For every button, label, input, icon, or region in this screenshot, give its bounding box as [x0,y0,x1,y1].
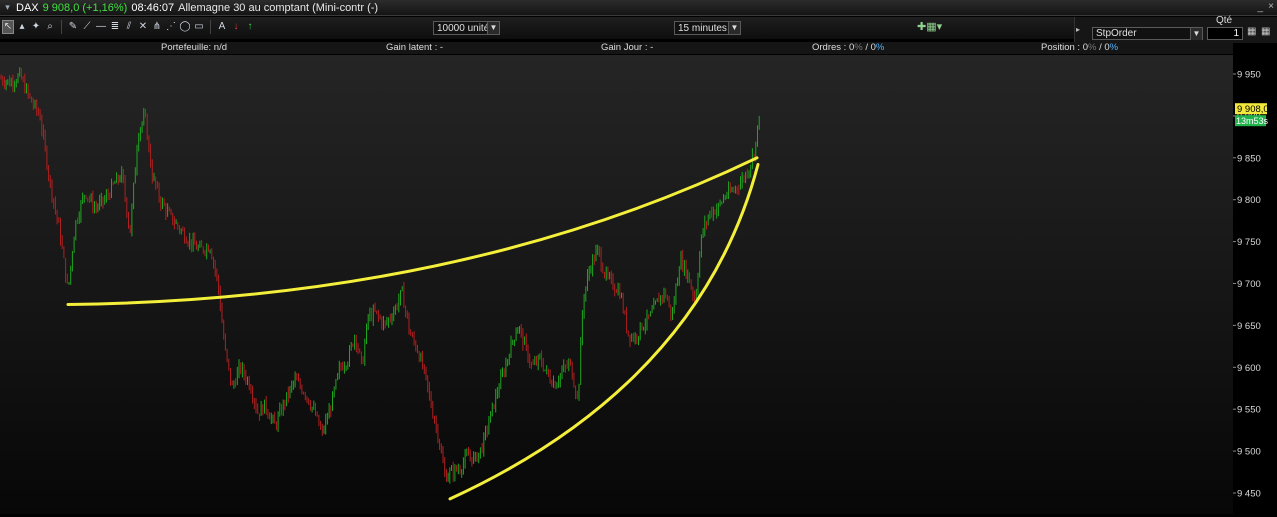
pen-icon[interactable]: ✎ [67,20,79,34]
y-tick-label: 9 850 [1237,153,1261,164]
arrow-down-icon[interactable]: ↓ [230,20,242,34]
cursor-icon[interactable]: ↖ [2,20,14,34]
chevron-down-icon[interactable]: ▼ [1190,28,1202,40]
instrument-description: Allemagne 30 au comptant (Mini-contr (-) [178,1,379,14]
y-tick-label: 9 800 [1237,195,1261,206]
chart-menu-icon[interactable]: ▾ [3,2,12,13]
y-tick-label: 9 600 [1237,363,1261,374]
line-icon[interactable]: ⟋ [81,20,93,34]
portfolio-label: Portefeuille: n/d [161,42,228,53]
fibonacci-icon[interactable]: ≣ [109,20,121,34]
gann-icon[interactable]: ✕ [137,20,149,34]
latent-gain-label: Gain latent : - [386,42,444,53]
orders-count: Ordres : 0 [812,42,855,53]
countdown-label: 13m53s [1236,116,1269,126]
crosshair-icon[interactable]: ✦ [30,20,42,34]
timeframe-select[interactable]: 15 minutes ▼ [674,21,741,35]
order-type-select[interactable]: StpOrder ▼ [1092,27,1203,40]
instrument-time: 08:46:07 [131,1,175,14]
order-type-value: StpOrder [1096,28,1137,39]
sell-order-icon[interactable]: ▦ [1261,26,1271,40]
y-tick-label: 9 700 [1237,279,1261,290]
y-tick-label: 9 450 [1237,489,1261,500]
timeframe-value: 15 minutes [678,23,727,34]
instrument-price-change: 9 908,0 (+1,16%) [42,1,128,14]
price-axis-svg: 9 9509 9009 8509 8009 7509 7009 6509 600… [1233,70,1269,500]
portfolio-info-bar: Portefeuille: n/d Gain latent : - Gain J… [0,42,1233,54]
y-tick-label: 9 650 [1237,321,1261,332]
y-tick-label: 9 750 [1237,237,1261,248]
title-bar: ▾ DAX 9 908,0 (+1,16%) 08:46:07 Allemagn… [0,0,1277,16]
orders-sep: / 0 [862,42,876,53]
flag-icon[interactable]: ▴ [16,20,28,34]
text-icon[interactable]: A [216,20,228,34]
day-gain-label: Gain Jour : - [601,42,654,53]
price-axis[interactable]: 9 9509 9009 8509 8009 7509 7009 6509 600… [1233,55,1277,514]
regression-icon[interactable]: ⋰ [165,20,177,34]
close-button[interactable]: × [1268,1,1274,12]
zoom-icon[interactable]: ⌕ [44,20,56,34]
buy-order-icon[interactable]: ▦ [1247,26,1257,40]
quantity-input[interactable]: 1 [1207,27,1243,40]
units-select[interactable]: 10000 unités ▼ [433,21,500,35]
add-indicator-button[interactable]: ✚▦▾ [917,20,942,33]
chevron-down-icon[interactable]: ▼ [487,22,499,34]
trendline-1 [66,156,759,306]
orders-pct: % [875,42,885,53]
rectangle-icon[interactable]: ▭ [193,20,205,34]
position-sep: / 0 [1096,42,1110,53]
ellipse-icon[interactable]: ◯ [179,20,191,34]
toolbar-separator [61,20,62,34]
candlestick-chart[interactable] [0,55,1233,514]
y-tick-label: 9 950 [1237,70,1261,81]
instrument-symbol: DAX [16,1,39,14]
chevron-down-icon[interactable]: ▼ [728,22,740,34]
position-count: Position : 0 [1041,42,1088,53]
drawing-tools: ↖ ▴ ✦ ⌕ ✎ ⟋ — ≣ ⫽ ✕ ⋔ ⋰ ◯ ▭ A ↓ ↑ [2,20,256,34]
units-value: 10000 unités [437,23,495,34]
minimize-button[interactable]: _ [1257,2,1263,13]
y-tick-label: 9 550 [1237,405,1261,416]
panel-arrow-icon[interactable]: ▸ [1076,25,1080,34]
quantity-label: Qté [1216,15,1233,26]
hline-icon[interactable]: — [95,20,107,34]
orders-pct-dim: % [854,42,863,53]
y-tick-label: 9 500 [1237,447,1261,458]
price-chart-area[interactable] [0,55,1233,514]
toolbar-separator [210,20,211,34]
channel-icon[interactable]: ⫽ [123,20,135,34]
pitchfork-icon[interactable]: ⋔ [151,20,163,34]
arrow-up-icon[interactable]: ↑ [244,20,256,34]
orders-label: Ordres : 0% / 0% [812,42,884,53]
last-price-label: 9 908,0 [1237,104,1269,115]
position-pct: % [1109,42,1119,53]
position-label: Position : 0% / 0% [1041,42,1118,53]
